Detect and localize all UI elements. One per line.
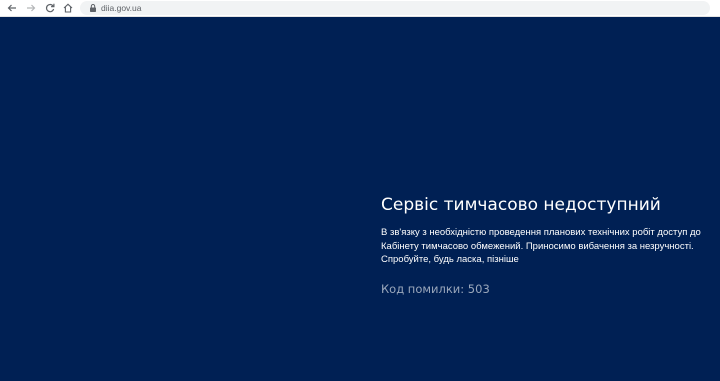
page-content: Сервіс тимчасово недоступний В зв'язку з… [0,17,720,381]
error-code: Код помилки: 503 [381,281,490,296]
error-message-line: В зв'язку з необхідністю проведення план… [381,227,701,238]
browser-toolbar: diia.gov.ua [0,0,720,17]
error-message: В зв'язку з необхідністю проведення план… [381,226,717,267]
url-text[interactable]: diia.gov.ua [101,2,141,14]
page-title: Сервіс тимчасово недоступний [381,195,661,215]
home-icon[interactable] [61,1,75,15]
reload-icon[interactable] [43,1,57,15]
error-message-line: Спробуйте, будь ласка, пізніше [381,254,519,265]
back-arrow-icon[interactable] [5,1,19,15]
error-message-line: Кабінету тимчасово обмежений. Приносимо … [381,240,694,252]
forward-arrow-icon[interactable] [24,1,38,15]
lock-icon[interactable] [88,3,98,13]
error-panel: Сервіс тимчасово недоступний В зв'язку з… [381,194,717,297]
address-bar[interactable]: diia.gov.ua [80,1,710,15]
